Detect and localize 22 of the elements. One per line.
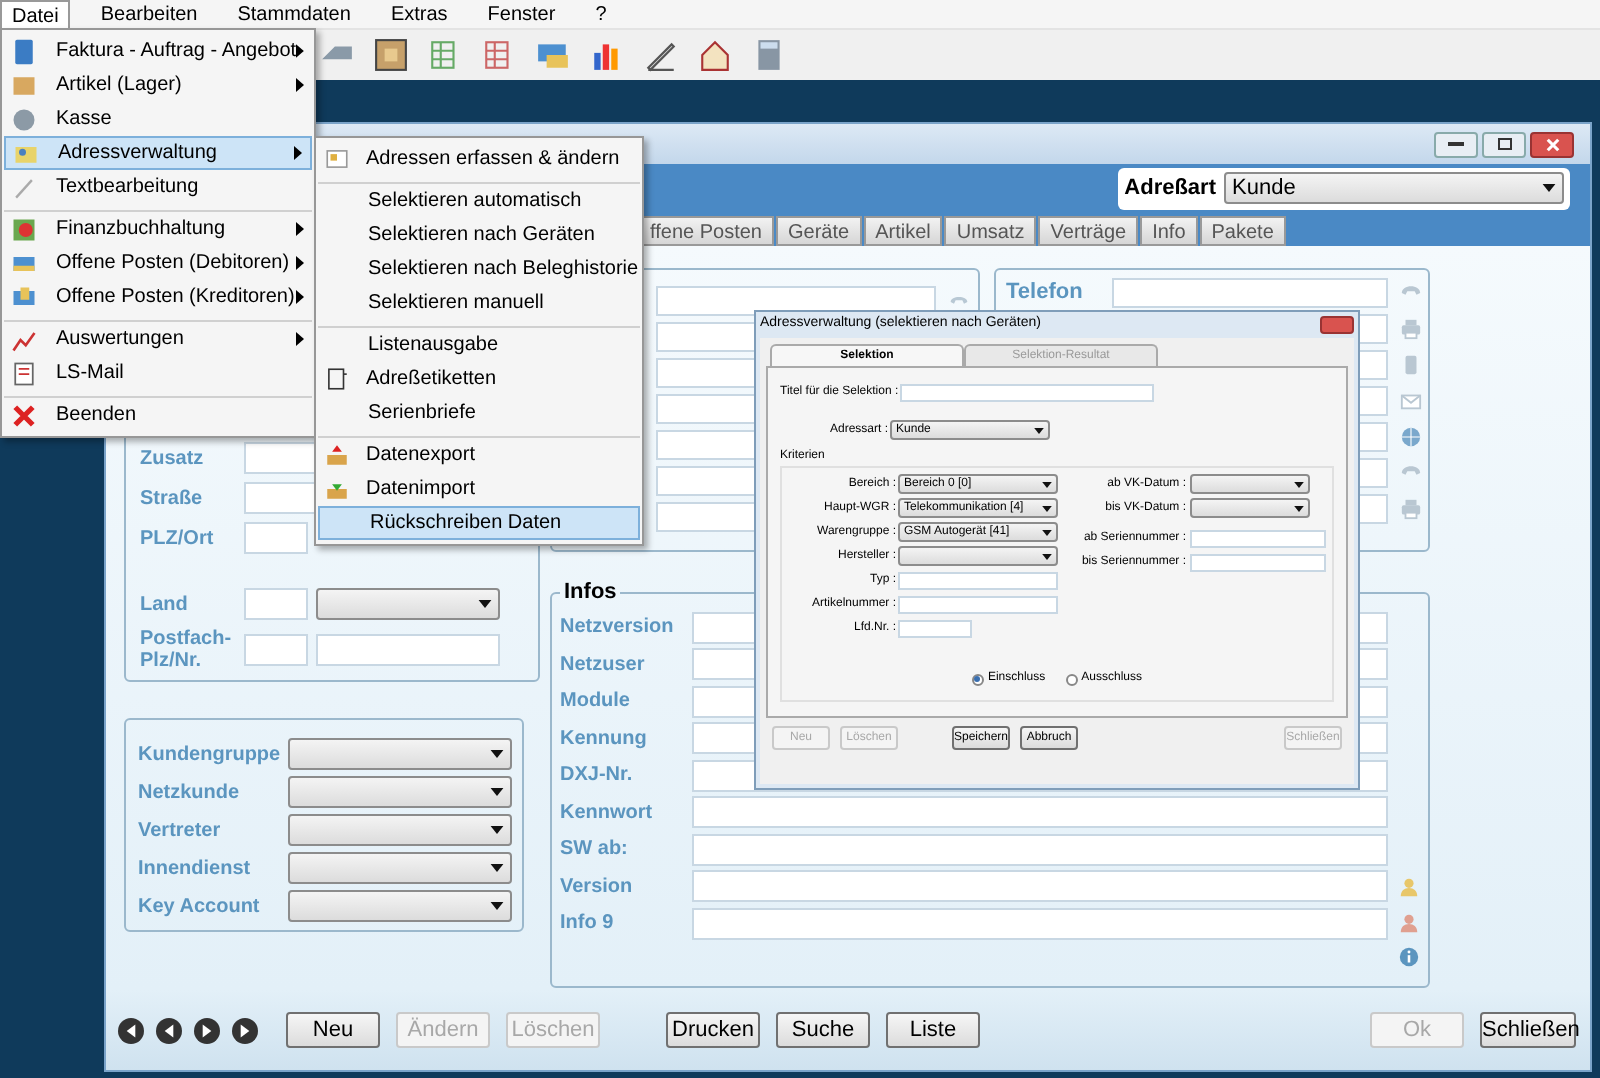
field-label: Netzversion [560, 614, 676, 643]
field-label: Info 9 [560, 910, 616, 939]
field-label: Version [560, 873, 635, 902]
field-label: Netzkunde [138, 779, 242, 807]
field-label: Telefon [1006, 280, 1083, 306]
field-label: Land [140, 593, 190, 615]
field-label: Straße [140, 487, 205, 509]
field-label: Zusatz [140, 447, 206, 469]
field-label: Innendienst [138, 855, 253, 883]
field-label: Kennwort [560, 799, 655, 828]
address-type-label: Adreßart [1124, 173, 1216, 204]
field-label: Vertreter [138, 817, 223, 845]
field-label: Kennung [560, 725, 649, 754]
field-label: Kundengruppe [138, 741, 283, 769]
field-label: DXJ-Nr. [560, 762, 635, 791]
field-label: Netzuser [560, 651, 647, 680]
field-label: Postfach-Plz/Nr. [140, 628, 234, 672]
panel-title: Infos [562, 578, 619, 608]
field-label: PLZ/Ort [140, 527, 216, 549]
field-label: Key Account [138, 893, 262, 921]
field-label: Module [560, 688, 632, 717]
field-label: SW ab: [560, 836, 630, 865]
